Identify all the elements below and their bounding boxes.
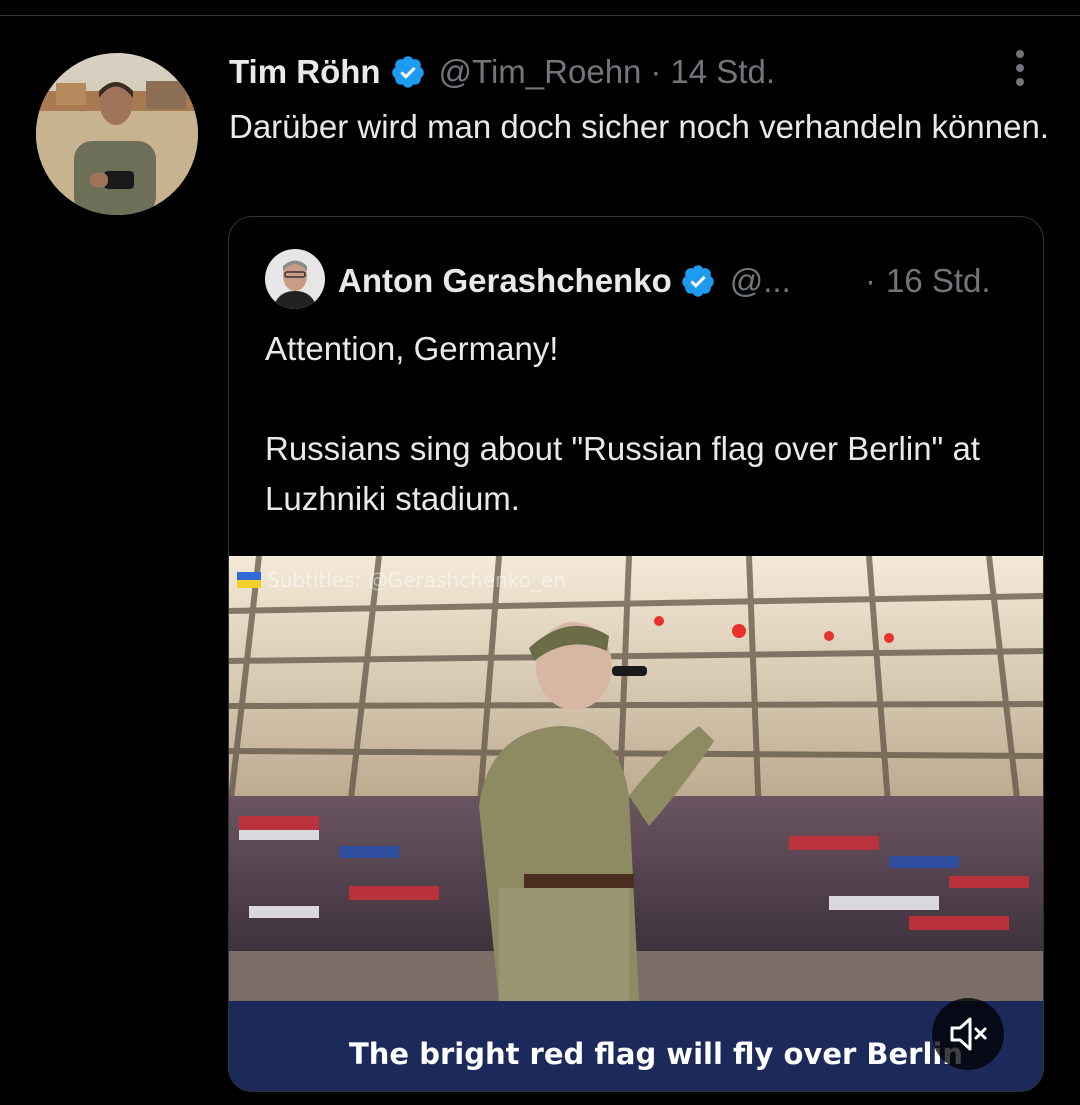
quoted-author-name: Anton Gerashchenko — [338, 262, 672, 299]
quoted-avatar-photo — [265, 249, 325, 309]
tweet-header: Tim Röhn @Tim_Roehn · 14 Std. — [229, 50, 775, 94]
ukraine-flag-icon — [237, 572, 261, 588]
watermark-text: Subtitles: @Gerashchenko_en — [267, 568, 566, 592]
separator-dot: · — [865, 262, 876, 299]
video-watermark: Subtitles: @Gerashchenko_en — [237, 568, 566, 592]
quoted-timestamp: 16 Std. — [886, 262, 991, 299]
avatar-photo — [36, 53, 198, 215]
video-player[interactable]: Subtitles: @Gerashchenko_en The bright r… — [229, 556, 1043, 1091]
quoted-time-wrap: · 16 Std. — [865, 259, 991, 303]
quoted-tweet-text: Attention, Germany! Russians sing about … — [265, 324, 1005, 524]
more-options-icon — [1016, 50, 1024, 86]
video-subtitle: The bright red flag will fly over Berlin — [349, 1037, 963, 1071]
avatar[interactable] — [36, 53, 198, 215]
mute-button[interactable] — [932, 998, 1004, 1070]
quoted-tweet-card[interactable]: Anton Gerashchenko @... · 16 Std. Attent… — [228, 216, 1044, 1092]
quoted-text-line: Russians sing about "Russian flag over B… — [265, 430, 980, 517]
quoted-author-handle: @... — [729, 262, 791, 299]
quoted-tweet-header: Anton Gerashchenko @... — [338, 259, 791, 303]
verified-badge-icon — [681, 265, 714, 297]
more-options-button[interactable] — [1006, 46, 1034, 90]
quoted-avatar — [265, 249, 325, 309]
verified-badge-icon — [391, 56, 424, 88]
author-handle[interactable]: @Tim_Roehn — [439, 53, 642, 91]
top-divider — [0, 15, 1080, 16]
muted-volume-icon — [950, 1017, 987, 1051]
tweet-text: Darüber wird man doch sicher noch verhan… — [229, 108, 1049, 145]
quoted-text-line: Attention, Germany! — [265, 330, 559, 367]
separator-dot: · — [650, 53, 662, 90]
timestamp[interactable]: 14 Std. — [670, 53, 775, 91]
video-frame — [229, 556, 1043, 1091]
author-name[interactable]: Tim Röhn — [229, 53, 381, 91]
